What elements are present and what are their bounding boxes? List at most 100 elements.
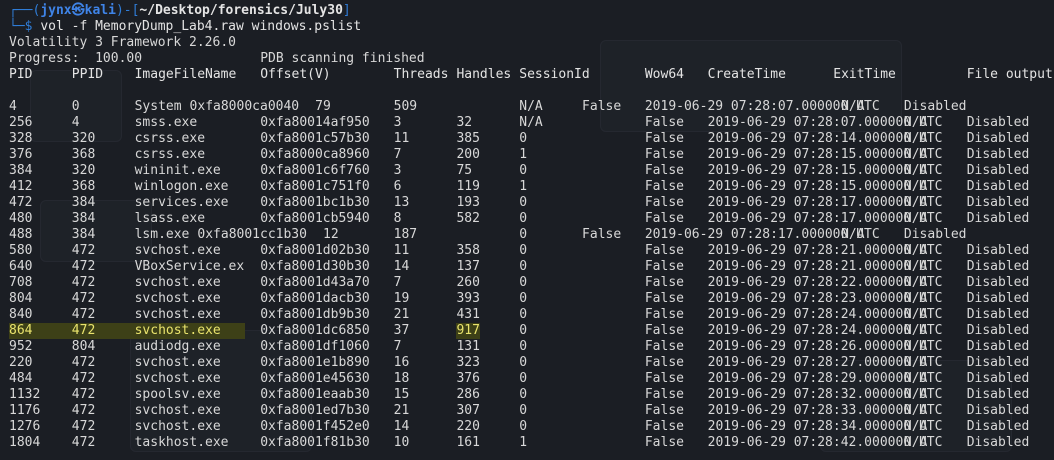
prompt-frame: ┌──(: [9, 3, 41, 18]
cell-threads: 11: [393, 131, 410, 146]
cell-handles: 509: [393, 99, 418, 114]
cell-wow64: False: [644, 371, 684, 386]
cell-exit: N/A: [903, 323, 928, 338]
cell-threads: 7: [393, 339, 402, 354]
table-row[interactable]: 256 4 smss.exe 0xfa80014af950 3 32 N/A False 201…: [9, 115, 1054, 131]
cell-ppid: 472: [71, 291, 96, 306]
table-row[interactable]: 376 368 csrss.exe 0xfa8000ca8960 7 200 1 False 2…: [9, 147, 1054, 163]
cell-pid: 472: [9, 195, 33, 210]
table-row[interactable]: 1132 472 spoolsv.exe 0xfa8001eaab30 15 286 0 Fa…: [9, 387, 1054, 403]
cell-wow64: False: [644, 131, 684, 146]
table-row[interactable]: 328 320 csrss.exe 0xfa8001c57b30 11 385 0 False…: [9, 131, 1054, 147]
cell-output: Disabled: [966, 243, 1030, 258]
table-row[interactable]: 952 804 audiodg.exe 0xfa8001df1060 7 131 0 Fals…: [9, 339, 1054, 355]
cell-image: winlogon.exe: [134, 179, 229, 194]
framework-line: Volatility 3 Framework 2.26.0: [9, 35, 236, 50]
cell-image: svchost.exe: [134, 403, 221, 418]
cell-ppid: 472: [71, 435, 96, 450]
cell-offset: 0xfa8001f452e0: [260, 419, 370, 434]
prompt-path: ~/Desktop/forensics/July30: [139, 3, 343, 18]
table-row[interactable]: 640 472 VBoxService.ex 0xfa8001d30b30 14 137 0…: [9, 259, 1054, 275]
cell-exit: N/A: [903, 211, 928, 226]
table-row[interactable]: 840 472 svchost.exe 0xfa8001db9b30 21 431 0 Fal…: [9, 307, 1054, 323]
column-header-output: File output: [966, 67, 1053, 82]
prompt-line-command: └─$ vol -f MemoryDump_Lab4.raw windows.p…: [9, 19, 1054, 35]
cell-image: VBoxService.ex: [134, 259, 245, 274]
cell-handles: 286: [456, 387, 480, 402]
cell-output: Disabled: [966, 259, 1030, 274]
cell-exit: N/A: [903, 131, 928, 146]
table-row[interactable]: 220 472 svchost.exe 0xfa8001e1b890 16 323 0 Fal…: [9, 355, 1054, 371]
cell-threads: 12: [323, 227, 339, 242]
cell-image: smss.exe: [134, 115, 198, 130]
table-row[interactable]: 488 384 lsm.exe 0xfa8001cc1b30 12 187 0 False 20…: [9, 227, 1054, 243]
table-row[interactable]: 1804 472 taskhost.exe 0xfa8001f81b30 10 161 1 F…: [9, 435, 1054, 451]
cell-wow64: False: [644, 419, 684, 434]
cell-handles: 385: [456, 131, 480, 146]
cell-output: Disabled: [966, 355, 1030, 370]
cell-ppid: 368: [71, 179, 96, 194]
cell-output: Disabled: [966, 291, 1030, 306]
cell-image: wininit.exe: [134, 163, 221, 178]
cell-offset: 0xfa8001d43a70: [260, 275, 370, 290]
cell-pid: 376: [9, 147, 33, 162]
table-row[interactable]: 480 384 lsass.exe 0xfa8001cb5940 8 582 0 False 2…: [9, 211, 1054, 227]
cell-ppid: 472: [71, 323, 96, 339]
cell-ppid: 384: [71, 227, 96, 242]
cell-wow64: False: [582, 227, 622, 242]
cell-threads: 11: [393, 243, 410, 258]
cell-handles: 260: [456, 275, 480, 290]
cell-threads: 14: [393, 419, 410, 434]
table-row[interactable]: 384 320 wininit.exe 0xfa8001c6f760 3 75 0 False…: [9, 163, 1054, 179]
command-text[interactable]: vol -f MemoryDump_Lab4.raw windows.pslis…: [40, 19, 361, 34]
cell-handles: 220: [456, 419, 480, 434]
cell-offset: 0xfa8001c6f760: [260, 163, 370, 178]
cell-image: csrss.exe: [134, 147, 206, 162]
cell-output: Disabled: [966, 307, 1030, 322]
table-row[interactable]: 484 472 svchost.exe 0xfa8001e45630 18 376 0 Fal…: [9, 371, 1054, 387]
cell-wow64: False: [644, 115, 684, 130]
cell-handles: 307: [456, 403, 480, 418]
cell-offset: 0xfa8001bc1b30: [260, 195, 370, 210]
terminal-window[interactable]: ┌──(jynx㉿kali)-[~/Desktop/forensics/July…: [0, 0, 1054, 460]
cell-image: System: [134, 99, 182, 114]
table-row[interactable]: 804 472 svchost.exe 0xfa8001dacb30 19 393 0 Fal…: [9, 291, 1054, 307]
table-row[interactable]: 412 368 winlogon.exe 0xfa8001c751f0 6 119 1 Fal…: [9, 179, 1054, 195]
cell-pid: 328: [9, 131, 33, 146]
table-row[interactable]: 580 472 svchost.exe 0xfa8001d02b30 11 358 0 Fal…: [9, 243, 1054, 259]
cell-exit: N/A: [903, 419, 928, 434]
cell-pid: 488: [9, 227, 33, 242]
cell-wow64: False: [644, 195, 684, 210]
table-row[interactable]: 472 384 services.exe 0xfa8001bc1b30 13 193 0 Fa…: [9, 195, 1054, 211]
cell-wow64: False: [644, 323, 684, 338]
cell-exit: N/A: [903, 115, 928, 130]
cell-pid: 580: [9, 243, 33, 258]
cell-image: audiodg.exe: [134, 339, 221, 354]
cell-pid: 840: [9, 307, 33, 322]
cell-session: 0: [519, 131, 528, 146]
column-header-handles: Handles: [456, 67, 512, 82]
cell-exit: N/A: [903, 179, 928, 194]
cell-image: lsass.exe: [134, 211, 206, 226]
table-row[interactable]: 1176 472 svchost.exe 0xfa8001ed7b30 21 307 0 Fa…: [9, 403, 1054, 419]
table-row[interactable]: 708 472 svchost.exe 0xfa8001d43a70 7 260 0 Fals…: [9, 275, 1054, 291]
cell-exit: N/A: [841, 99, 865, 114]
cell-session: 0: [519, 323, 528, 338]
cell-output: Disabled: [966, 179, 1030, 194]
table-row[interactable]: 4 0 System 0xfa8000ca0040 79 509 N/A False 2019-…: [9, 99, 1054, 115]
cell-offset: 0xfa8001dacb30: [260, 291, 370, 306]
cell-threads: 16: [393, 355, 410, 370]
cell-threads: 15: [393, 387, 410, 402]
cell-ppid: 0: [71, 99, 80, 114]
cell-wow64: False: [644, 211, 684, 226]
table-row[interactable]: 1276 472 svchost.exe 0xfa8001f452e0 14 220 0 Fa…: [9, 419, 1054, 435]
cell-output: Disabled: [966, 275, 1030, 290]
cell-ppid: 320: [71, 163, 96, 178]
prompt-line-top: ┌──(jynx㉿kali)-[~/Desktop/forensics/July…: [9, 3, 1054, 19]
prompt-frame: )-[: [115, 3, 140, 18]
cell-session: 0: [519, 339, 528, 354]
cell-threads: 37: [393, 323, 410, 338]
cell-threads: 10: [393, 435, 410, 450]
table-row[interactable]: 864 472 svchost.exe 0xfa8001dc6850 37 917 0 Fal…: [9, 323, 1054, 339]
terminal-output[interactable]: ┌──(jynx㉿kali)-[~/Desktop/forensics/July…: [9, 3, 1054, 451]
